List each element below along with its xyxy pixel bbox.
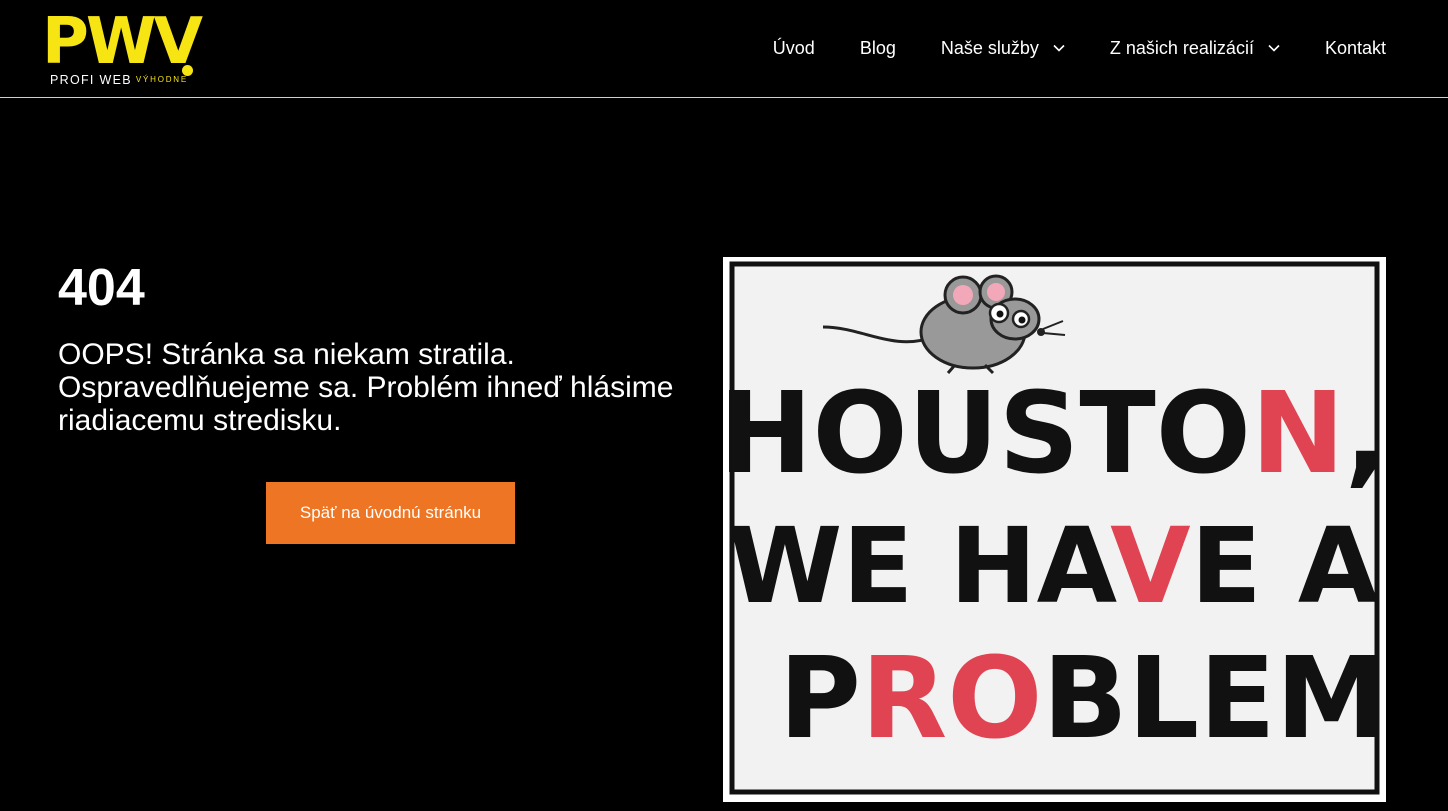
poster-line-1: HOUSTON, [723,369,1386,499]
chevron-down-icon [1053,44,1065,52]
site-header: PWV PROFI WEB VÝHODNE Úvod Blog Naše služ… [0,0,1448,98]
chevron-down-icon [1268,44,1280,52]
logo-tagline-main: PROFI WEB [50,73,132,87]
brand-logo[interactable]: PWV PROFI WEB VÝHODNE [40,10,220,90]
nav-item-z-nasich-realizacii[interactable]: Z našich realizácií [1110,38,1280,59]
nav-item-label: Kontakt [1324,37,1386,58]
main-nav: Úvod Blog Naše služby Z našich realizáci… [773,36,1386,60]
poster-line-2: WE HAVE A [728,505,1379,627]
nav-item-label: Z našich realizácií [1109,37,1254,58]
nav-item-label: Naše služby [940,37,1039,58]
logo-letters: PWV [42,5,203,79]
nav-item-nase-sluzby[interactable]: Naše služby [941,38,1065,59]
error-code: 404 [58,259,145,317]
nav-item-uvod[interactable]: Úvod [773,38,815,59]
houston-problem-image: HOUSTON, WE HAVE A PROBLEM [723,257,1386,802]
nav-item-kontakt[interactable]: Kontakt [1325,38,1386,59]
houston-problem-illustration: HOUSTON, WE HAVE A PROBLEM [723,261,1386,795]
logo-tagline-accent: VÝHODNE [135,75,189,84]
error-message: OOPS! Stránka sa niekam stratila. Osprav… [58,338,674,437]
nav-item-label: Úvod [772,37,815,58]
nav-item-label: Blog [859,37,896,58]
back-home-button[interactable]: Späť na úvodnú stránku [266,482,515,544]
poster-line-3: PROBLEM [779,634,1386,764]
nav-item-blog[interactable]: Blog [860,38,896,59]
logo-tagline: PROFI WEB VÝHODNE [50,73,188,87]
